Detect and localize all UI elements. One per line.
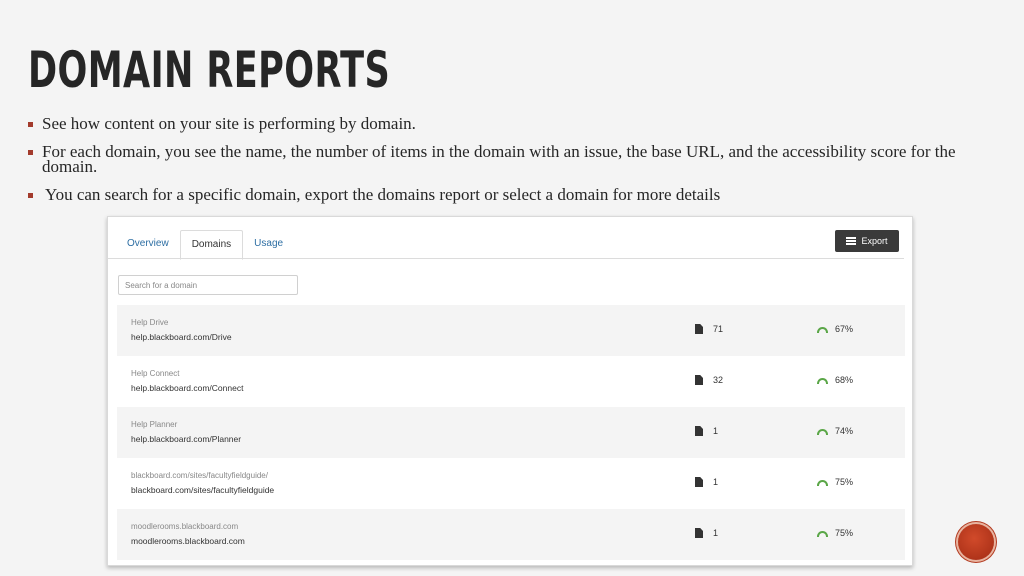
domain-row[interactable]: Help Connect help.blackboard.com/Connect… xyxy=(117,356,905,407)
gauge-icon xyxy=(817,429,828,435)
domain-row[interactable]: Help Planner help.blackboard.com/Planner… xyxy=(117,407,905,458)
gauge-icon xyxy=(817,378,828,384)
accessibility-score: 67% xyxy=(835,324,854,334)
slide-title: Domain Reports xyxy=(28,41,391,99)
gauge-icon xyxy=(817,327,828,333)
bullet-list: See how content on your site is performi… xyxy=(26,115,986,215)
issue-count: 1 xyxy=(713,528,719,538)
domain-url: blackboard.com/sites/facultyfieldguide xyxy=(131,485,275,495)
domain-row[interactable]: moodlerooms.blackboard.com moodlerooms.b… xyxy=(117,509,905,560)
domains-screenshot: Overview Domains Usage Export Help Drive… xyxy=(107,216,913,566)
bullet-item: See how content on your site is performi… xyxy=(26,115,986,132)
gauge-icon xyxy=(817,480,828,486)
gauge-icon xyxy=(817,531,828,537)
search-input[interactable] xyxy=(118,275,298,295)
domain-url: moodlerooms.blackboard.com xyxy=(131,536,245,546)
issue-count: 71 xyxy=(713,324,724,334)
tab-domains[interactable]: Domains xyxy=(179,230,244,260)
bullet-item: You can search for a specific domain, ex… xyxy=(26,186,986,203)
accessibility-score: 75% xyxy=(835,528,854,538)
issue-count: 1 xyxy=(713,426,719,436)
document-icon xyxy=(695,528,703,538)
bullet-item: For each domain, you see the name, the n… xyxy=(26,143,986,175)
tab-usage[interactable]: Usage xyxy=(243,230,294,258)
domain-name: Help Planner xyxy=(131,420,178,429)
tab-overview[interactable]: Overview xyxy=(116,230,180,258)
accessibility-score: 74% xyxy=(835,426,854,436)
domain-name: Help Drive xyxy=(131,318,169,327)
domain-name: moodlerooms.blackboard.com xyxy=(131,522,239,531)
tab-bar: Overview Domains Usage xyxy=(116,230,294,260)
export-label: Export xyxy=(861,236,888,246)
accessibility-score: 75% xyxy=(835,477,854,487)
issue-count: 1 xyxy=(713,477,719,487)
document-icon xyxy=(695,375,703,385)
domain-url: help.blackboard.com/Drive xyxy=(131,332,232,342)
logo-circle xyxy=(958,524,994,560)
document-icon xyxy=(695,426,703,436)
document-icon xyxy=(695,477,703,487)
domain-name: blackboard.com/sites/facultyfieldguide/ xyxy=(131,471,268,480)
tab-divider xyxy=(108,258,904,259)
domain-url: help.blackboard.com/Connect xyxy=(131,383,244,393)
domain-list: Help Drive help.blackboard.com/Drive 71 … xyxy=(117,305,905,560)
export-button[interactable]: Export xyxy=(835,230,899,252)
domain-row[interactable]: blackboard.com/sites/facultyfieldguide/ … xyxy=(117,458,905,509)
domain-url: help.blackboard.com/Planner xyxy=(131,434,242,444)
accessibility-score: 68% xyxy=(835,375,854,385)
list-icon xyxy=(846,237,857,245)
issue-count: 32 xyxy=(713,375,724,385)
domain-name: Help Connect xyxy=(131,369,180,378)
domain-row[interactable]: Help Drive help.blackboard.com/Drive 71 … xyxy=(117,305,905,356)
document-icon xyxy=(695,324,703,334)
